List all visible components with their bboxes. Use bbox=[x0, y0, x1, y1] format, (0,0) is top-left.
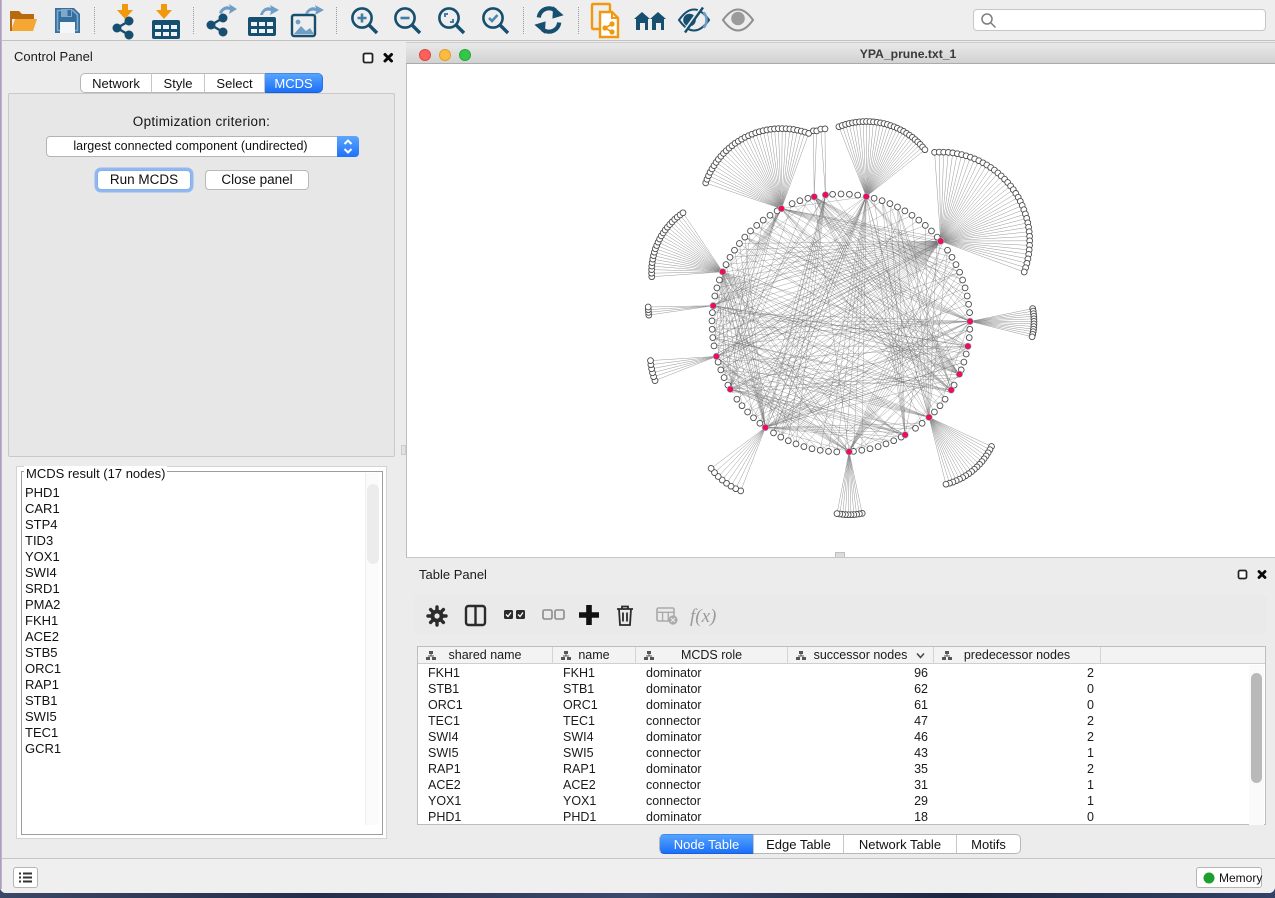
svg-text:f(x): f(x) bbox=[690, 606, 716, 627]
